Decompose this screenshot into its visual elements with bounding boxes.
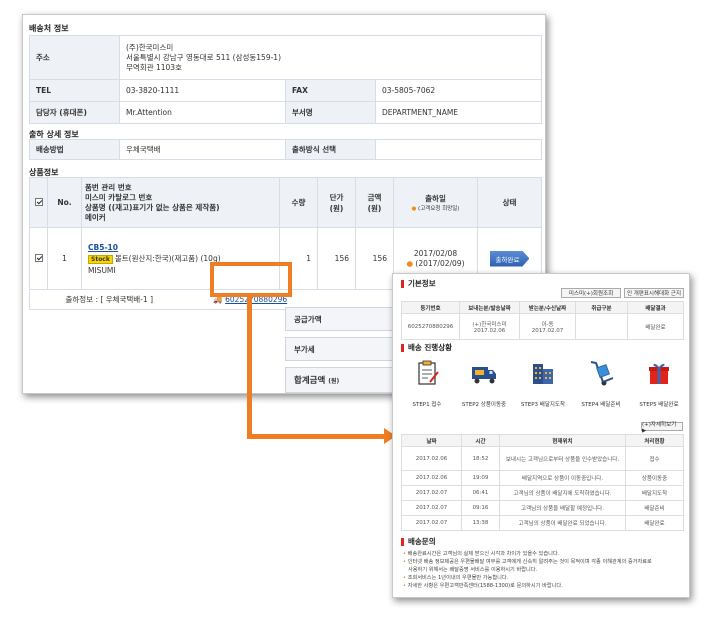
product-name: 볼트(원산지:한국)(재고품) (10g)	[114, 253, 221, 263]
col-amount: 금액 (원)	[355, 177, 394, 228]
building-icon	[533, 364, 553, 384]
stock-badge: Stock	[88, 254, 113, 264]
connector-line	[247, 434, 387, 439]
tracking-highlight-box	[210, 262, 292, 297]
col-ship-date: 출하일 ● (고객요청 희망일)	[393, 177, 478, 228]
gift-box-icon	[649, 363, 669, 384]
connector-line	[247, 297, 252, 439]
ship-info-text: 출하정보 : [ 우체국택배-1 ]	[65, 295, 154, 304]
progress-title: 배송 진행상황	[401, 342, 452, 353]
delivery-method-value: 우체국택배	[119, 139, 286, 160]
basic-info-table: 등기번호 보내는분/발송날짜 받는분/수신날짜 취급구분 배달결과 602527…	[401, 301, 684, 340]
row-checkbox[interactable]	[29, 227, 48, 290]
shipping-info-table: 주소 (주)한국미스미 서울특별시 강남구 영동대로 511 (삼성동159-1…	[29, 35, 542, 124]
total-row: 합계금액 (원)	[285, 367, 395, 393]
print-button[interactable]: 인 개편표시해대화 근지	[624, 288, 684, 298]
address-label: 주소	[29, 35, 120, 80]
step-1: STEP1 접수	[399, 358, 455, 408]
table-row: 2017.02.06 18:52 보내시는 고객님으로부터 상품을 인수받았습니다.…	[401, 446, 684, 471]
dept-value: DEPARTMENT_NAME	[375, 101, 542, 124]
col-no: No.	[47, 177, 82, 228]
shipping-info-title: 배송처 정보	[29, 24, 69, 33]
tel-label: TEL	[29, 79, 120, 102]
delivery-tracking-panel: 기본정보 미스미(+)회원조회 인 개편표시해대화 근지 등기번호 보내는분/발…	[392, 273, 690, 598]
truck-icon	[472, 367, 496, 384]
ship-option-label: 출하방식 선택	[285, 139, 376, 160]
tel-value: 03-3820-1111	[119, 79, 286, 102]
dept-label: 부서명	[285, 101, 376, 124]
part-number-link[interactable]: CB5-10	[88, 243, 118, 252]
table-row: 2017.02.07 13:38 고객님의 상품이 배달완료 되었습니다. 배달완료	[401, 515, 684, 531]
fax-label: FAX	[285, 79, 376, 102]
delivery-method-label: 배송방법	[29, 139, 120, 160]
clipboard-icon	[418, 360, 439, 385]
misumi-lookup-button[interactable]: 미스미(+)회원조회	[561, 288, 621, 298]
inquiry-title: 배송문의	[401, 536, 436, 547]
contact-value: Mr.Attention	[119, 101, 286, 124]
row-unit-price: 156	[317, 227, 356, 290]
row-no: 1	[47, 227, 82, 290]
shipment-detail-table: 배송방법 우체국택배 출하방식 선택	[29, 139, 542, 160]
status-badge: 출하완료	[489, 250, 530, 267]
ship-option-value	[375, 139, 542, 160]
basic-info-title: 기본정보	[401, 278, 436, 289]
col-status: 상태	[477, 177, 542, 228]
select-all-checkbox[interactable]	[29, 177, 48, 228]
col-unit-price: 단가 (원)	[317, 177, 356, 228]
fax-value: 03-5805-7062	[375, 79, 542, 102]
col-product: 품번 관리 번호 미스미 카탈로그 번호 상품명 ((재고)표기가 없는 상품은…	[81, 177, 280, 228]
inquiry-notes: • 배송완료시간은 고객님의 실제 받으신 시각과 차이가 있을수 있습니다. …	[403, 551, 652, 589]
table-row: 2017.02.06 19:09 배달지역으로 상품이 이동중입니다. 상품이동중	[401, 470, 684, 486]
row-amount: 156	[355, 227, 394, 290]
contact-label: 담당자 (휴대폰)	[29, 101, 120, 124]
tracking-table: 날짜 시간 현재위치 처리현황 2017.02.06 18:52 보내시는 고객님으…	[401, 434, 684, 531]
address-value: (주)한국미스미 서울특별시 강남구 영동대로 511 (삼성동159-1) 무…	[119, 35, 542, 80]
step-3: STEP3 배달지도착	[515, 358, 571, 408]
step-4: STEP4 배달준비	[573, 358, 629, 408]
table-row: 2017.02.07 06:41 고객님의 상품이 배달지에 도착하였습니다. 배달지…	[401, 485, 684, 501]
vat-row: 부가세	[285, 337, 395, 361]
hand-truck-icon	[590, 361, 614, 386]
step-2: STEP2 상품이동중	[456, 358, 512, 408]
supply-price-row: 공급가액	[285, 307, 395, 331]
col-qty: 수량	[279, 177, 318, 228]
view-detail-button[interactable]: (+)자세히보기 ▶	[641, 422, 683, 434]
table-row: 6025270880296 (+)한국미스미 2017.02.06 이-동 20…	[401, 313, 684, 340]
step-5: STEP5 배달완료	[631, 358, 687, 408]
table-row: 2017.02.07 09:16 고객님의 상품을 배달할 예정입니다. 배달준비	[401, 500, 684, 516]
